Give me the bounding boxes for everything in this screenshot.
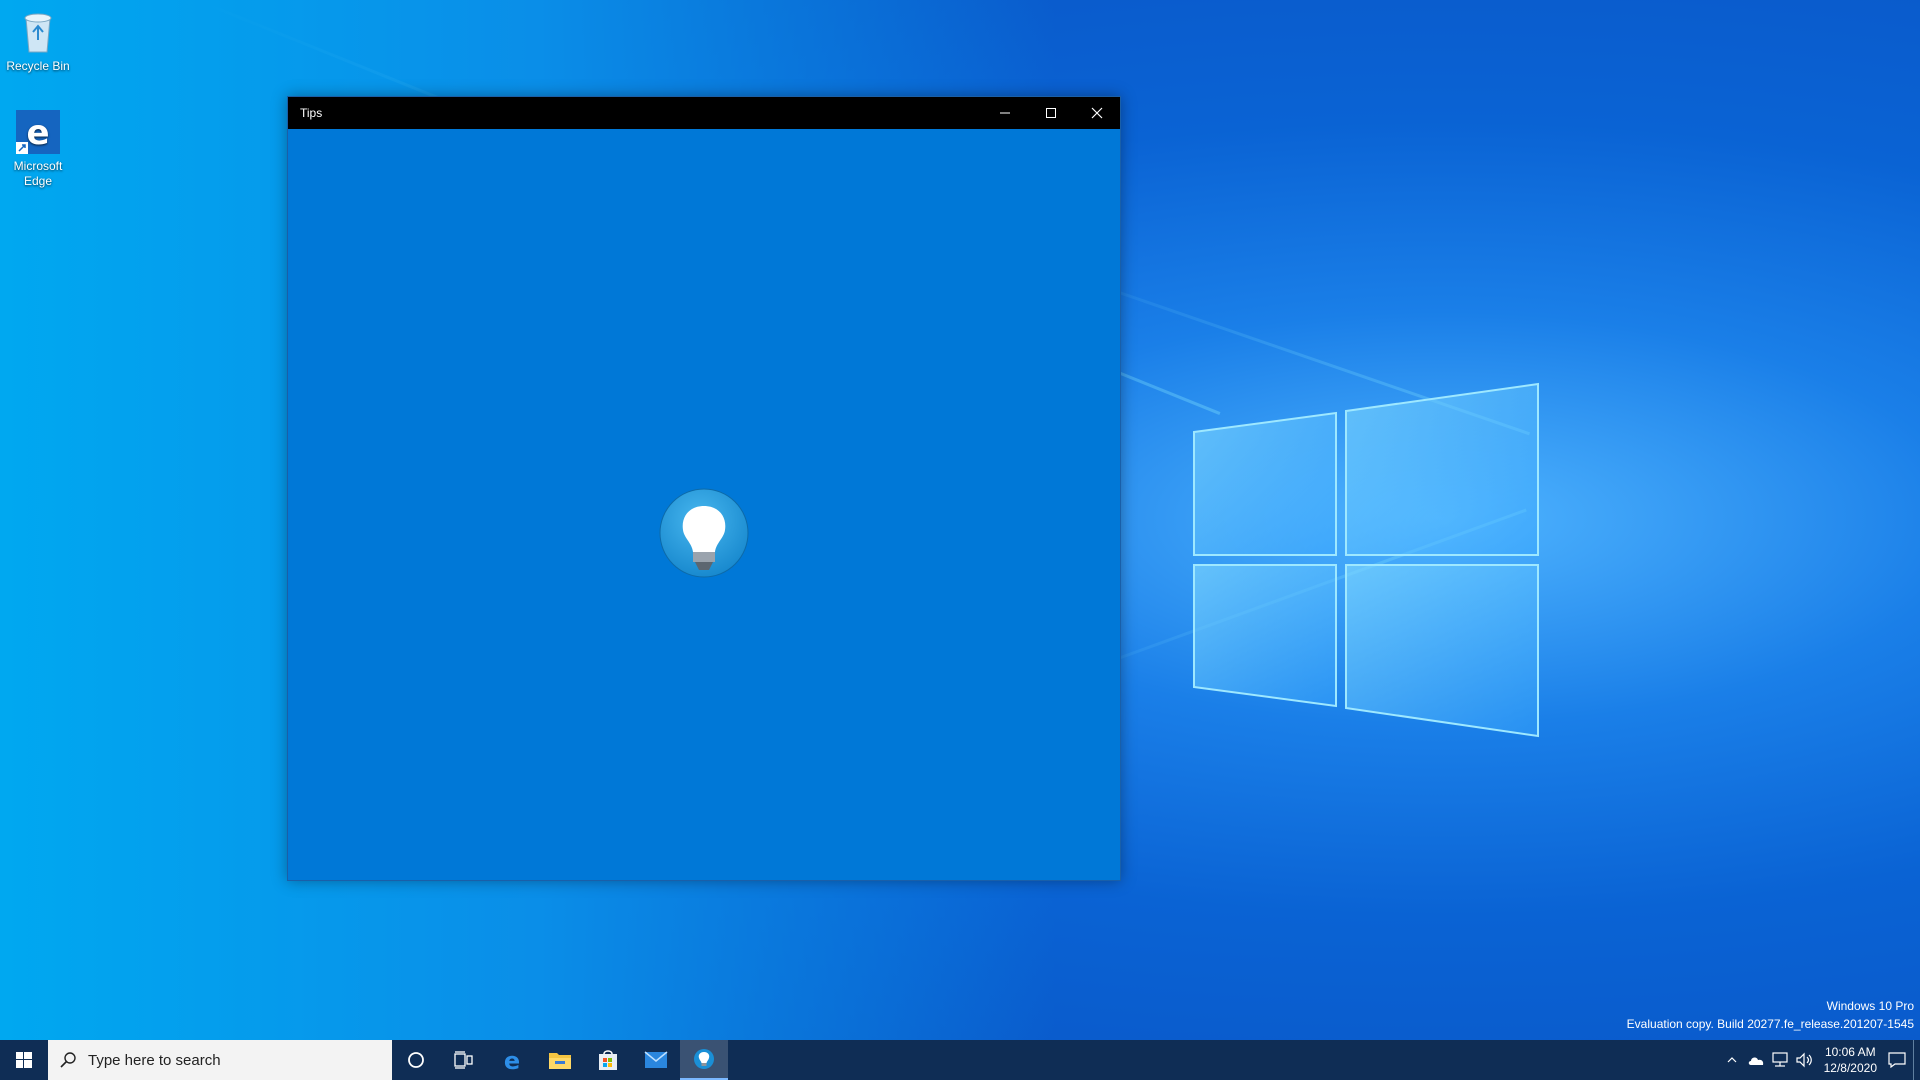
clock-time: 10:06 AM [1824, 1045, 1876, 1059]
desktop-icon-edge[interactable]: e Microsoft Edge [4, 108, 72, 189]
system-tray: 10:06 AM 12/8/2020 [1720, 1040, 1920, 1080]
show-hidden-icons-button[interactable] [1720, 1040, 1744, 1080]
taskbar-file-explorer-button[interactable] [536, 1040, 584, 1080]
lightbulb-icon [659, 488, 749, 588]
volume-icon [1796, 1052, 1812, 1068]
network-icon [1772, 1052, 1788, 1067]
start-button[interactable] [0, 1040, 48, 1080]
close-button[interactable] [1074, 97, 1120, 129]
network-button[interactable] [1768, 1040, 1792, 1080]
volume-button[interactable] [1792, 1040, 1816, 1080]
cortana-circle-icon [408, 1052, 424, 1068]
taskbar: e [0, 1040, 1920, 1080]
lightbulb-icon [694, 1049, 714, 1069]
notification-icon [1888, 1052, 1906, 1068]
task-view-icon [454, 1051, 473, 1069]
evaluation-watermark: Windows 10 Pro Evaluation copy. Build 20… [1627, 997, 1914, 1033]
desktop-icon-label: Microsoft Edge [13, 159, 63, 188]
desktop-icon-recycle-bin[interactable]: Recycle Bin [4, 8, 72, 74]
title-bar[interactable]: Tips [288, 97, 1120, 129]
onedrive-icon [1748, 1057, 1763, 1065]
maximize-button[interactable] [1028, 97, 1074, 129]
taskbar-edge-button[interactable]: e [488, 1040, 536, 1080]
window-title: Tips [300, 106, 323, 120]
clock[interactable]: 10:06 AM 12/8/2020 [1816, 1044, 1885, 1076]
clock-date: 12/8/2020 [1823, 1061, 1877, 1075]
close-icon [1091, 107, 1103, 119]
store-icon [599, 1050, 617, 1070]
show-desktop-button[interactable] [1913, 1040, 1920, 1080]
taskbar-tips-button[interactable] [680, 1040, 728, 1080]
desktop-icon-label: Recycle Bin [6, 59, 70, 73]
recycle-bin-icon [14, 8, 62, 56]
taskbar-store-button[interactable] [584, 1040, 632, 1080]
window-content [288, 129, 1120, 880]
search-icon [60, 1052, 76, 1068]
mail-icon [644, 1051, 668, 1068]
svg-text:e: e [504, 1048, 520, 1072]
onedrive-button[interactable] [1744, 1040, 1768, 1080]
svg-text:e: e [26, 113, 49, 153]
edge-icon: e [504, 1048, 520, 1072]
minimize-button[interactable] [982, 97, 1028, 129]
task-view-button[interactable] [440, 1040, 488, 1080]
windows-start-icon [16, 1052, 32, 1068]
windows-logo-wallpaper [1190, 380, 1550, 740]
folder-icon [549, 1053, 571, 1069]
minimize-icon [1000, 112, 1010, 114]
taskbar-mail-button[interactable] [632, 1040, 680, 1080]
tips-window[interactable]: Tips [287, 96, 1121, 881]
action-center-button[interactable] [1885, 1040, 1909, 1080]
cortana-button[interactable] [392, 1040, 440, 1080]
maximize-icon [1046, 108, 1056, 118]
edge-icon: e [14, 108, 62, 156]
search-input[interactable] [86, 1050, 370, 1070]
search-box[interactable] [48, 1040, 392, 1080]
build-text: Evaluation copy. Build 20277.fe_release.… [1626, 1017, 1914, 1031]
edition-text: Windows 10 Pro [1826, 999, 1914, 1013]
chevron-up-icon [1727, 1057, 1737, 1063]
